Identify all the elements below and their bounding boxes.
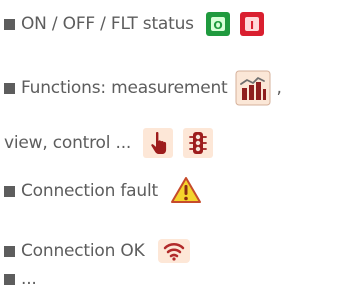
more-row: ...: [4, 265, 37, 293]
warning-icon: [169, 175, 203, 207]
status-on-icon: O: [205, 11, 231, 37]
more-label: ...: [21, 268, 37, 289]
functions-continuation: view, control ...: [4, 132, 132, 153]
square-bullet: [4, 82, 15, 94]
connection-fault-label: Connection fault: [21, 180, 158, 201]
connection-ok-label: Connection OK: [21, 240, 145, 261]
status-off-icon: I: [239, 11, 265, 37]
bar-chart-icon: [235, 70, 271, 106]
square-bullet: [4, 18, 15, 30]
square-bullet: [4, 273, 15, 285]
connection-fault-row: Connection fault: [4, 171, 203, 211]
functions-continuation-row: view, control ...: [4, 123, 214, 163]
functions-label: Functions: measurement: [21, 77, 228, 98]
status-on-glyph: O: [213, 19, 222, 32]
status-row: ON / OFF / FLT status O I: [4, 4, 265, 44]
functions-separator: ,: [276, 77, 282, 98]
square-bullet: [4, 245, 15, 257]
wifi-icon: [157, 238, 191, 264]
square-bullet: [4, 185, 15, 197]
status-label: ON / OFF / FLT status: [21, 13, 194, 34]
traffic-light-icon: [182, 127, 214, 159]
hand-pointer-icon: [142, 127, 174, 159]
status-off-glyph: I: [250, 19, 254, 32]
functions-row: Functions: measurement ,: [4, 68, 282, 108]
